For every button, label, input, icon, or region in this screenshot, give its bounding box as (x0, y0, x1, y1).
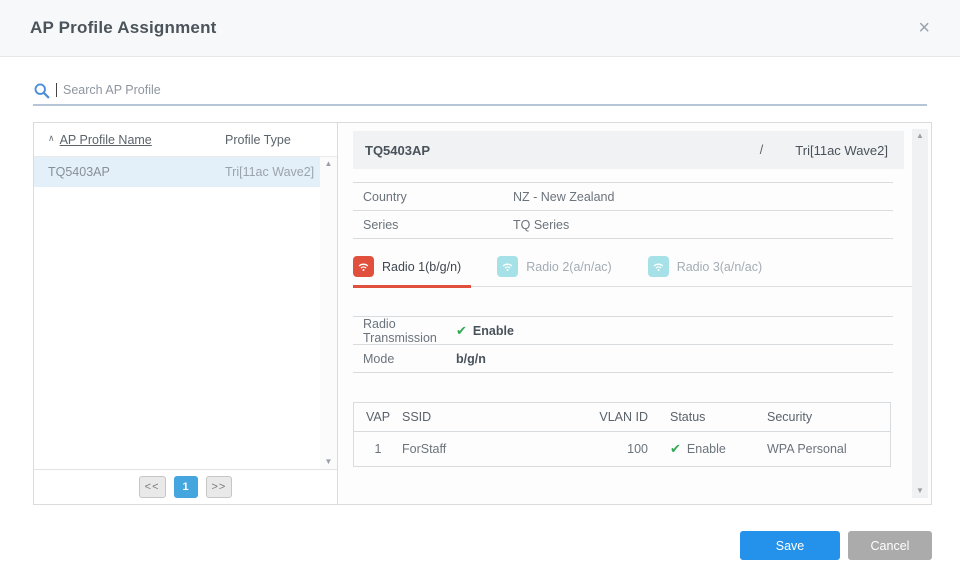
save-button[interactable]: Save (740, 531, 840, 560)
tab-radio-2-label: Radio 2(a/n/ac) (526, 260, 611, 274)
scroll-down-icon[interactable]: ▼ (916, 487, 924, 495)
cancel-button[interactable]: Cancel (848, 531, 932, 560)
scroll-down-icon[interactable]: ▼ (325, 458, 333, 466)
vap-table-header: VAP SSID VLAN ID Status Security (354, 403, 890, 432)
vap-table-row: 1 ForStaff 100 ✔ Enable WPA Personal (354, 432, 890, 466)
profile-assignment-body: ∧ AP Profile Name Profile Type TQ5403AP … (33, 122, 932, 505)
detail-separator: / (760, 143, 763, 157)
cell-security: WPA Personal (755, 442, 890, 456)
check-icon: ✔ (670, 441, 681, 457)
scroll-up-icon[interactable]: ▲ (916, 132, 924, 140)
mode-row: Mode b/g/n (353, 345, 893, 373)
column-header-profile-type[interactable]: Profile Type (225, 133, 337, 147)
search-bar (33, 80, 927, 106)
wifi-icon-cyan (648, 256, 669, 277)
column-header-profile-name[interactable]: ∧ AP Profile Name (48, 133, 225, 147)
vap-table: VAP SSID VLAN ID Status Security 1 ForSt… (353, 402, 891, 467)
radio-transmission-row: Radio Transmission ✔ Enable (353, 317, 893, 345)
page-prev-button[interactable]: << (139, 476, 166, 498)
text-cursor (56, 83, 57, 97)
country-label: Country (353, 190, 513, 204)
cell-vlan-id: 100 (565, 442, 648, 456)
header-security: Security (755, 410, 890, 424)
field-row-country: Country NZ - New Zealand (353, 183, 893, 211)
tab-radio-3-label: Radio 3(a/n/ac) (677, 260, 762, 274)
cell-ssid: ForStaff (402, 442, 565, 456)
series-label: Series (353, 218, 513, 232)
pagination: << 1 >> (34, 469, 337, 504)
detail-fields: Country NZ - New Zealand Series TQ Serie… (353, 182, 893, 239)
tab-radio-1[interactable]: Radio 1(b/g/n) (353, 252, 471, 288)
detail-profile-type: Tri[11ac Wave2] (795, 143, 888, 158)
header-ssid: SSID (402, 410, 565, 424)
left-panel-scrollbar[interactable]: ▲ ▼ (320, 157, 337, 469)
search-icon (33, 82, 50, 99)
scroll-up-icon[interactable]: ▲ (325, 160, 333, 168)
wifi-icon-cyan (497, 256, 518, 277)
page-1-button[interactable]: 1 (174, 476, 198, 498)
radio-transmission-value: Enable (473, 324, 514, 338)
profile-list-body: TQ5403AP Tri[11ac Wave2] ▲ ▼ (34, 157, 337, 469)
radio-transmission-label: Radio Transmission (353, 317, 456, 345)
profile-row-selected[interactable]: TQ5403AP Tri[11ac Wave2] (34, 157, 337, 187)
close-icon[interactable]: × (918, 18, 930, 38)
tab-radio-3[interactable]: Radio 3(a/n/ac) (648, 252, 772, 288)
mode-label: Mode (353, 352, 456, 366)
cell-vap: 1 (354, 442, 402, 456)
wifi-icon-red (353, 256, 374, 277)
profile-row-name: TQ5403AP (48, 165, 225, 179)
tab-radio-1-label: Radio 1(b/g/n) (382, 260, 461, 274)
mode-value: b/g/n (456, 352, 486, 366)
dialog-title: AP Profile Assignment (30, 18, 217, 38)
profile-list-panel: ∧ AP Profile Name Profile Type TQ5403AP … (34, 123, 338, 504)
page-next-button[interactable]: >> (206, 476, 233, 498)
profile-detail-panel: TQ5403AP / Tri[11ac Wave2] Country NZ - … (338, 123, 931, 504)
header-status: Status (648, 410, 755, 424)
header-vlan-id: VLAN ID (565, 410, 648, 424)
series-value: TQ Series (513, 218, 569, 232)
header-vap: VAP (354, 410, 402, 424)
cell-status: Enable (687, 442, 726, 456)
search-input[interactable] (63, 83, 927, 97)
detail-panel-scrollbar[interactable]: ▲ ▼ (912, 129, 928, 498)
country-value: NZ - New Zealand (513, 190, 614, 204)
field-row-series: Series TQ Series (353, 211, 893, 239)
dialog-header: AP Profile Assignment × (0, 0, 960, 57)
check-icon: ✔ (456, 323, 467, 339)
radio-tabs: Radio 1(b/g/n) Radio 2(a/n/ac) (353, 252, 913, 287)
profile-list-header: ∧ AP Profile Name Profile Type (34, 123, 337, 157)
radio-settings: Radio Transmission ✔ Enable Mode b/g/n (353, 316, 893, 373)
sort-asc-icon[interactable]: ∧ (48, 133, 55, 144)
detail-profile-name: TQ5403AP (365, 143, 430, 158)
detail-title-bar: TQ5403AP / Tri[11ac Wave2] (353, 131, 904, 169)
tab-radio-2[interactable]: Radio 2(a/n/ac) (497, 252, 621, 288)
